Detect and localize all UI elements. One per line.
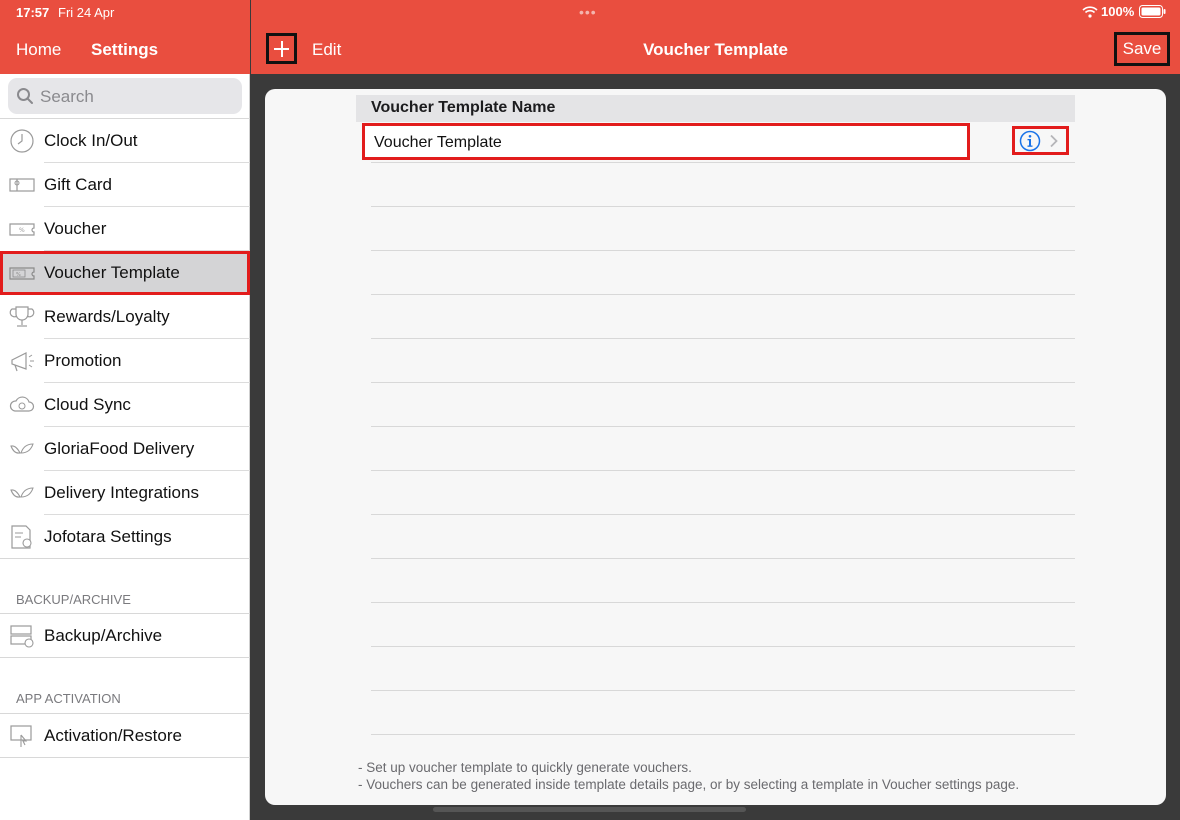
trophy-icon (9, 306, 35, 327)
sidebar-item-label: Voucher (44, 219, 107, 238)
svg-text:%: % (19, 227, 25, 234)
main-header: ••• Edit Voucher Template 100% Save (251, 0, 1180, 74)
battery-icon (1139, 5, 1166, 18)
row-divider (371, 338, 1075, 339)
leaf-icon (10, 443, 34, 454)
home-indicator[interactable] (433, 807, 746, 812)
divider (0, 757, 250, 758)
row-divider (371, 646, 1075, 647)
svg-text:%: % (16, 272, 21, 278)
search-field[interactable]: Search (8, 78, 242, 114)
sidebar-item-label: Clock In/Out (44, 131, 138, 150)
sidebar-item-label: Gift Card (44, 175, 113, 194)
multitasking-dots-icon[interactable]: ••• (579, 4, 597, 20)
sidebar-item-label: Activation/Restore (44, 726, 182, 745)
search-placeholder: Search (40, 87, 94, 106)
row-divider (371, 294, 1075, 295)
sidebar-item-label: Backup/Archive (44, 626, 163, 645)
status-date: Fri 24 Apr (58, 5, 115, 20)
info-icon[interactable] (1019, 130, 1041, 152)
row-divider (371, 382, 1075, 383)
divider (0, 558, 250, 559)
voucher-icon: % (9, 223, 35, 236)
sidebar-header: 17:57 Fri 24 Apr Home Settings (0, 0, 250, 74)
sidebar-item-label: Promotion (44, 351, 122, 370)
battery-percentage: 100% (1101, 4, 1135, 19)
leaf-icon (10, 487, 34, 498)
sidebar-item-gift-card[interactable]: Gift Card (0, 163, 250, 207)
sidebar: 17:57 Fri 24 Apr Home Settings Search Cl… (0, 0, 250, 820)
footnote: - Set up voucher template to quickly gen… (358, 759, 1019, 793)
table-column-header: Voucher Template Name (356, 95, 1075, 122)
sidebar-item-label: Rewards/Loyalty (44, 307, 170, 326)
voucher-template-icon: % (9, 267, 35, 280)
sidebar-item-rewards-loyalty[interactable]: Rewards/Loyalty (0, 295, 250, 339)
gift-card-icon (9, 178, 35, 192)
sidebar-item-label: Jofotara Settings (44, 527, 172, 546)
sidebar-item-label: Cloud Sync (44, 395, 131, 414)
sidebar-item-gloriafood-delivery[interactable]: GloriaFood Delivery (0, 427, 250, 471)
search-icon (17, 88, 33, 104)
row-divider (371, 250, 1075, 251)
document-settings-icon (11, 525, 32, 549)
row-divider (371, 690, 1075, 691)
page-title: Voucher Template (643, 40, 788, 59)
section-header-backup: BACKUP/ARCHIVE (16, 592, 131, 607)
footnote-line: - Vouchers can be generated inside templ… (358, 777, 1020, 792)
save-button[interactable]: Save (1114, 32, 1170, 66)
sidebar-item-clock-in-out[interactable]: Clock In/Out (0, 119, 250, 163)
home-nav-link[interactable]: Home (16, 40, 61, 60)
footnote-line: - Set up voucher template to quickly gen… (358, 760, 692, 775)
template-name-value: Voucher Template (374, 134, 502, 151)
row-divider (371, 514, 1075, 515)
status-time: 17:57 (16, 5, 50, 20)
sidebar-item-backup-archive[interactable]: Backup/Archive (0, 614, 250, 658)
cloud-sync-icon (9, 396, 35, 412)
divider (0, 657, 250, 658)
clock-icon (10, 129, 34, 153)
sidebar-item-activation-restore[interactable]: Activation/Restore (0, 714, 250, 758)
row-divider (371, 734, 1075, 735)
sidebar-item-label: Voucher Template (44, 263, 180, 282)
section-header-activation: APP ACTIVATION (16, 691, 121, 706)
row-divider (371, 426, 1075, 427)
row-divider (371, 470, 1075, 471)
sidebar-item-voucher-template[interactable]: % Voucher Template (0, 251, 250, 295)
row-detail-accessory[interactable] (1012, 126, 1069, 155)
sidebar-item-delivery-integrations[interactable]: Delivery Integrations (0, 471, 250, 515)
megaphone-icon (11, 352, 34, 372)
voucher-template-name-field[interactable]: Voucher Template (362, 123, 970, 160)
sidebar-item-promotion[interactable]: Promotion (0, 339, 250, 383)
sidebar-title: Settings (91, 40, 159, 59)
sidebar-item-label: Delivery Integrations (44, 483, 199, 502)
sidebar-item-cloud-sync[interactable]: Cloud Sync (0, 383, 250, 427)
wifi-icon (1082, 6, 1098, 18)
row-divider (371, 206, 1075, 207)
row-divider (371, 162, 1075, 163)
activation-icon (10, 725, 32, 747)
column-header-label: Voucher Template Name (371, 99, 556, 116)
content-card: Voucher Template Name Voucher Template -… (265, 89, 1166, 805)
backup-icon (10, 625, 34, 648)
sidebar-item-label: GloriaFood Delivery (44, 439, 195, 458)
sidebar-item-voucher[interactable]: % Voucher (0, 207, 250, 251)
chevron-right-icon[interactable] (1049, 134, 1059, 148)
row-divider (371, 602, 1075, 603)
sidebar-item-jofotara-settings[interactable]: Jofotara Settings (0, 515, 250, 559)
row-divider (371, 558, 1075, 559)
